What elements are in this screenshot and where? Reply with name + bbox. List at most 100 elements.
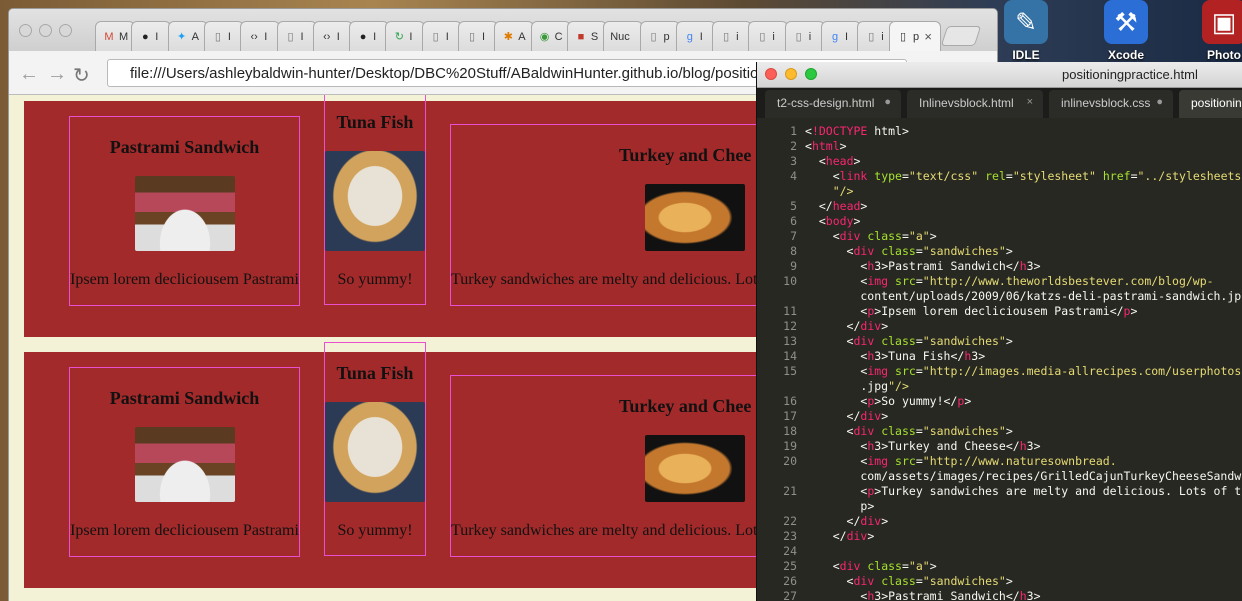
browser-tab[interactable]: ▯ i [748, 21, 789, 51]
code-line[interactable]: <img src="http://images.media-allrecipes… [805, 364, 1241, 378]
browser-tab[interactable]: ● I [349, 21, 390, 51]
close-window-button[interactable] [19, 24, 32, 37]
code-line[interactable]: <h3>Turkey and Cheese</h3> [805, 439, 1040, 453]
browser-tab[interactable]: ▯ i [712, 21, 753, 51]
zoom-window-button[interactable] [59, 24, 72, 37]
line-number: 20 [783, 454, 797, 468]
browser-tab[interactable]: ▯ I [276, 21, 317, 51]
browser-tab[interactable]: ● I [131, 21, 172, 51]
code-area[interactable]: 1 <!DOCTYPE html> 2 <html> 3 <head> 4 <link t… [757, 118, 1242, 601]
sandwich-title: Pastrami Sandwich [109, 388, 260, 408]
line-number: 19 [783, 439, 797, 453]
tab-label: I [409, 30, 413, 43]
editor-tab[interactable]: t2-css-design.html ● [765, 90, 901, 118]
code-line[interactable]: <img src="http://www.naturesownbread. [805, 454, 1116, 468]
code-line[interactable]: <link type="text/css" rel="stylesheet" h… [805, 169, 1242, 183]
code-line[interactable]: <p>Turkey sandwiches are melty and delic… [805, 484, 1241, 498]
code-line[interactable]: <p>Ipsem lorem decliciousem Pastrami</p> [805, 304, 1137, 318]
browser-tab[interactable]: ✱ A [494, 21, 535, 51]
browser-tab[interactable]: gI [821, 21, 861, 51]
code-line[interactable]: <h3>Tuna Fish</h3> [805, 349, 985, 363]
code-line[interactable]: .jpg"/> [805, 379, 909, 393]
code-line[interactable]: <div class="sandwiches"> [805, 334, 1013, 348]
line-number: 23 [783, 529, 797, 543]
browser-tab[interactable]: ▯ p [639, 21, 680, 51]
code-line[interactable]: p> [805, 499, 874, 513]
sandwich-card: Tuna Fish So yummy! [324, 342, 426, 556]
forward-arrow-icon[interactable]: → [47, 63, 67, 86]
code-line[interactable]: <div class="a"> [805, 229, 937, 243]
browser-tab[interactable]: ▯ i [784, 21, 825, 51]
line-number: 13 [783, 334, 797, 348]
code-line[interactable]: </div> [805, 319, 889, 333]
code-line[interactable]: content/uploads/2009/06/katzs-deli-pastr… [805, 289, 1241, 303]
asterisk-icon: ✱ [503, 31, 513, 43]
editor-tab[interactable]: inlinevsblock.css ● [1049, 90, 1173, 118]
reload-icon[interactable]: ↻ [73, 63, 90, 88]
sandwich-card: Tuna Fish So yummy! [324, 95, 426, 305]
code-line[interactable]: <div class="sandwiches"> [805, 244, 1013, 258]
tab-label: I [699, 30, 703, 43]
tab-label: I [227, 30, 231, 43]
refresh-green-icon: ↻ [394, 31, 404, 43]
browser-tab[interactable]: ▯ I [458, 21, 498, 51]
back-arrow-icon[interactable]: ← [19, 63, 39, 86]
browser-tab[interactable]: MM [95, 21, 135, 51]
unsaved-dot-icon[interactable]: ● [1156, 96, 1163, 108]
editor-tab[interactable]: Inlinevsblock.html × [907, 90, 1043, 118]
code-line[interactable]: <!DOCTYPE html> [805, 124, 909, 138]
browser-tab[interactable]: ‹› I [240, 21, 281, 51]
page-icon: ▯ [795, 31, 802, 43]
code-line[interactable]: "/> [805, 184, 854, 198]
zoom-window-button[interactable] [805, 68, 817, 80]
code-line[interactable]: <img src="http://www.theworldsbestever.c… [805, 274, 1213, 288]
code-line[interactable]: <h3>Pastrami Sandwich</h3> [805, 259, 1040, 273]
tab-label: I [155, 30, 159, 43]
code-line[interactable]: <html> [805, 139, 847, 153]
close-window-button[interactable] [765, 68, 777, 80]
tab-label: i [808, 30, 812, 43]
browser-tab[interactable]: ✦ A [167, 21, 208, 51]
minimize-window-button[interactable] [39, 24, 52, 37]
code-line[interactable]: <body> [805, 214, 861, 228]
code-line[interactable]: com/assets/images/recipes/GrilledCajunTu… [805, 469, 1241, 483]
browser-tab[interactable]: Nuc [603, 21, 644, 51]
line-number: 25 [783, 559, 797, 573]
tab-label: i [736, 30, 739, 43]
browser-tab[interactable]: ‹› I [312, 21, 353, 51]
code-line[interactable]: </div> [805, 409, 889, 423]
line-number: 5 [790, 199, 797, 213]
close-tab-icon[interactable]: × [924, 29, 932, 44]
sandwich-title: Tuna Fish [336, 112, 414, 132]
browser-tab[interactable]: ◉ C [530, 21, 571, 51]
code-line[interactable]: </div> [805, 529, 875, 543]
code-line[interactable]: <div class="sandwiches"> [805, 424, 1013, 438]
code-line[interactable]: </head> [805, 199, 868, 213]
editor-tab-bar: t2-css-design.html ● Inlinevsblock.html × in… [757, 88, 1242, 118]
browser-tab[interactable]: ▯ I [203, 21, 244, 51]
desktop-icon-xcode[interactable]: ⚒ Xcode [1098, 0, 1154, 64]
code-line[interactable]: <div class="a"> [805, 559, 937, 573]
desktop-icon-idle[interactable]: ✎ IDLE [998, 0, 1054, 64]
close-tab-icon[interactable]: × [1027, 96, 1033, 108]
tab-active[interactable]: ▯ p × [889, 21, 941, 51]
browser-tab[interactable]: ↻ I [385, 21, 426, 51]
browser-tab[interactable]: gI [675, 21, 716, 51]
code-line[interactable]: <div class="sandwiches"> [805, 574, 1013, 588]
minimize-window-button[interactable] [785, 68, 797, 80]
code-line[interactable]: <p>So yummy!</p> [805, 394, 971, 408]
code-line[interactable]: <head> [805, 154, 861, 168]
code-line[interactable]: <h3>Pastrami Sandwich</h3> [805, 589, 1040, 601]
tab-label: p [913, 30, 920, 43]
browser-tab[interactable]: ▯ I [421, 21, 462, 51]
tab-strip: M M ● I ✦ A ▯ I ‹› I ▯ I ‹› I ● I ↻ I ▯ I ▯ I ✱ A ◉ C ■ S Nuc ▯ p g I ▯ i ▯… [9, 9, 997, 51]
code-line[interactable]: </div> [805, 514, 889, 528]
new-tab-button[interactable] [940, 26, 982, 46]
tab-label: I [845, 30, 849, 43]
sandwich-caption: Ipsem lorem decliciousem Pastrami [70, 522, 299, 539]
editor-tab[interactable]: positioningpractice.html [1179, 90, 1242, 118]
unsaved-dot-icon[interactable]: ● [884, 96, 891, 108]
line-number: 11 [783, 304, 797, 318]
desktop-icon-photo[interactable]: ▣ Photo [1196, 0, 1242, 64]
browser-tab[interactable]: ■ S [566, 21, 607, 51]
